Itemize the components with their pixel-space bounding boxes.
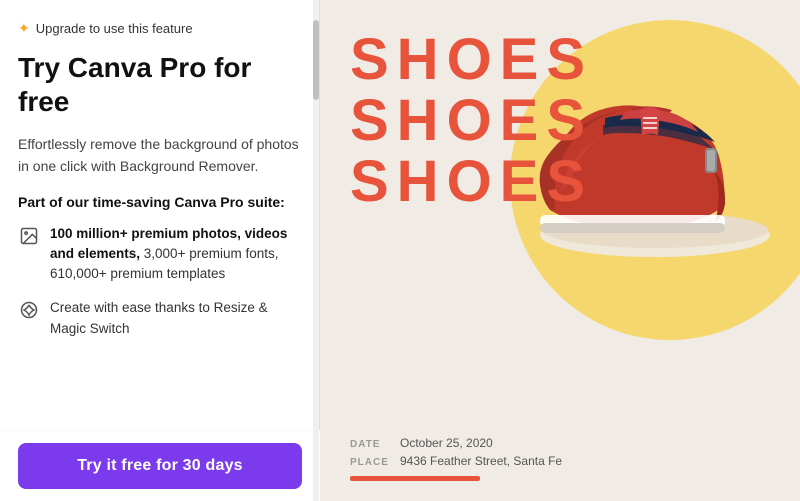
star-icon: ✦: [18, 20, 30, 37]
shoes-title: SHOES SHOES SHOES: [350, 30, 593, 213]
description-text: Effortlessly remove the background of ph…: [18, 134, 301, 177]
place-label: PLACE: [350, 457, 390, 468]
main-title: Try Canva Pro for free: [18, 51, 301, 118]
canvas-preview: SHOES SHOES SHOES: [320, 0, 800, 501]
section-label: Part of our time-saving Canva Pro suite:: [18, 194, 301, 210]
image-icon: [18, 225, 40, 247]
list-item: Create with ease thanks to Resize & Magi…: [18, 298, 301, 339]
scroll-thumb: [313, 20, 319, 100]
date-value: October 25, 2020: [400, 436, 493, 450]
feature-list: 100 million+ premium photos, videos and …: [18, 224, 301, 339]
upgrade-badge: ✦ Upgrade to use this feature: [18, 20, 301, 37]
upgrade-panel: ✦ Upgrade to use this feature Try Canva …: [0, 0, 320, 501]
try-free-button[interactable]: Try it free for 30 days: [18, 443, 302, 489]
shoes-line-3: SHOES: [350, 152, 593, 213]
place-value: 9436 Feather Street, Santa Fe: [400, 454, 562, 468]
shoes-line-2: SHOES: [350, 91, 593, 152]
red-divider: [350, 476, 480, 481]
bottom-info: DATE October 25, 2020 PLACE 9436 Feather…: [350, 436, 562, 481]
cta-footer: Try it free for 30 days: [0, 430, 320, 501]
sparkle-icon: [18, 299, 40, 321]
design-canvas: SHOES SHOES SHOES: [320, 0, 800, 501]
panel-content: ✦ Upgrade to use this feature Try Canva …: [0, 0, 319, 430]
place-row: PLACE 9436 Feather Street, Santa Fe: [350, 454, 562, 468]
date-row: DATE October 25, 2020: [350, 436, 562, 450]
list-item: 100 million+ premium photos, videos and …: [18, 224, 301, 285]
date-label: DATE: [350, 439, 390, 450]
feature-text-1: 100 million+ premium photos, videos and …: [50, 224, 301, 285]
scrollbar[interactable]: [313, 0, 319, 501]
feature-text-2: Create with ease thanks to Resize & Magi…: [50, 298, 301, 339]
shoes-line-1: SHOES: [350, 30, 593, 91]
upgrade-label: Upgrade to use this feature: [36, 21, 193, 36]
